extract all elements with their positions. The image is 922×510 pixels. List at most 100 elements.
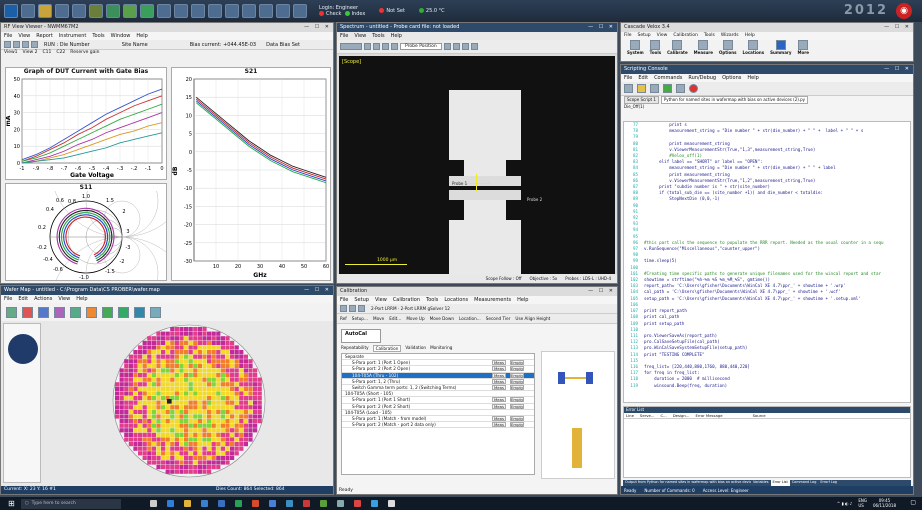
menu-report[interactable]: Report	[36, 33, 53, 39]
globe-icon[interactable]	[293, 4, 307, 18]
ruler-icon[interactable]	[461, 43, 469, 50]
step-icon[interactable]	[676, 84, 685, 93]
empty-button[interactable]: Empty	[510, 360, 524, 366]
empty-button[interactable]: Empty	[510, 366, 524, 372]
menu-file[interactable]: File	[340, 33, 348, 39]
save-icon[interactable]	[650, 84, 659, 93]
window-controls[interactable]: — ☐ ✕	[588, 288, 615, 294]
menu-locations[interactable]: Locations	[444, 297, 468, 303]
menu-file[interactable]: File	[624, 75, 632, 81]
open-icon[interactable]	[637, 84, 646, 93]
search-box[interactable]: ○ Type here to search	[20, 498, 121, 509]
start-icon[interactable]: ⊞	[8, 499, 15, 508]
tab-repeatability[interactable]: Repeatability	[341, 345, 369, 352]
target-icon[interactable]	[382, 43, 389, 50]
open-icon[interactable]	[349, 305, 356, 312]
refresh-icon[interactable]	[150, 306, 161, 318]
edit-icon[interactable]	[54, 306, 65, 318]
menu-window[interactable]: Window	[111, 33, 131, 39]
camera-icon[interactable]	[276, 4, 290, 18]
move-down-button[interactable]: Move Down	[430, 316, 454, 321]
app-calibration-icon[interactable]	[285, 500, 293, 507]
save-icon[interactable]	[13, 41, 20, 48]
measure-button[interactable]: Meas	[492, 415, 506, 421]
app-globe-icon[interactable]	[370, 500, 378, 507]
menu-edit[interactable]: Edit	[638, 75, 648, 81]
menu-view[interactable]: View	[375, 297, 387, 303]
grid-icon[interactable]	[55, 4, 69, 18]
menu-edit[interactable]: Edit	[18, 296, 28, 302]
menu-calibration[interactable]: Calibration	[393, 297, 420, 303]
zoom-out-icon[interactable]	[118, 306, 129, 318]
tab-validation[interactable]: Validation	[405, 345, 426, 352]
empty-button[interactable]: Empty	[510, 384, 524, 390]
ribbon-options[interactable]: Options	[719, 40, 737, 55]
menu-run-debug[interactable]: Run/Debug	[688, 75, 716, 81]
menu-view[interactable]: View	[58, 296, 70, 302]
app-settings-icon[interactable]	[387, 500, 395, 507]
tray-icons[interactable]: ^ ▮ ◐ ♪	[837, 501, 852, 506]
ribbon-calibrate[interactable]: Calibrate	[667, 40, 688, 55]
print-icon[interactable]	[22, 41, 29, 48]
wafer-thumbnail[interactable]	[8, 334, 38, 364]
ribbon-summary[interactable]: Summary	[770, 40, 792, 55]
select-icon[interactable]	[86, 306, 97, 318]
menu-wizards[interactable]: Wizards	[721, 33, 739, 39]
ribbon-measure[interactable]: Measure	[694, 40, 713, 55]
app-scripting-icon[interactable]	[319, 500, 327, 507]
menu-instrument[interactable]: Instrument	[59, 33, 87, 39]
cal-method[interactable]: 2-Port LRRM · 2-Port LRRM gSolver 12	[371, 306, 450, 311]
stop-icon[interactable]	[689, 84, 698, 93]
wafer-icon[interactable]	[174, 4, 188, 18]
home-icon[interactable]	[38, 306, 49, 318]
menu-view[interactable]: View	[657, 33, 668, 39]
menu-file[interactable]: File	[624, 33, 632, 39]
chart-icon[interactable]	[106, 4, 120, 18]
menu-tools[interactable]: Tools	[92, 33, 104, 39]
grid-icon[interactable]	[470, 43, 478, 50]
ref-button[interactable]: Ref	[340, 316, 347, 321]
move-button[interactable]: Move	[373, 316, 384, 321]
new-icon[interactable]	[340, 305, 347, 312]
notifications-icon[interactable]: ▢	[910, 499, 916, 506]
use-align-height-checkbox[interactable]: Use Align Height	[515, 316, 550, 321]
chip-icon[interactable]	[89, 4, 103, 18]
measure-button[interactable]: Meas	[492, 366, 506, 372]
menu-tools[interactable]: Tools	[704, 33, 715, 39]
location-button[interactable]: Location...	[459, 316, 481, 321]
wafer-map[interactable]	[45, 323, 333, 483]
run-icon[interactable]	[663, 84, 672, 93]
menu-help[interactable]: Help	[745, 33, 755, 39]
app-velox-icon[interactable]	[217, 500, 225, 507]
menu-actions[interactable]: Actions	[34, 296, 52, 302]
microscope-view[interactable]: [Scope] Probe 1 Probe 2 1000 μm	[339, 56, 615, 274]
move-up-button[interactable]: Move Up	[406, 316, 424, 321]
tree-icon[interactable]	[123, 4, 137, 18]
menu-setup[interactable]: Setup	[354, 297, 369, 303]
window-controls[interactable]: — ☐ ✕	[884, 24, 911, 30]
menu-help[interactable]: Help	[391, 33, 402, 39]
pointer-icon[interactable]	[364, 43, 371, 50]
menu-file[interactable]: File	[340, 297, 348, 303]
measure-icon[interactable]	[452, 43, 460, 50]
code-editor[interactable]: 77 print s 78 measurement_string = "Die n…	[623, 121, 911, 403]
app-logo-icon[interactable]	[4, 4, 18, 18]
grid-icon[interactable]	[70, 306, 81, 318]
ribbon-locations[interactable]: Locations	[743, 40, 764, 55]
tab-scope-script[interactable]: Scope Script 1	[624, 96, 659, 104]
zoom-in-icon[interactable]	[102, 306, 113, 318]
task-view-icon[interactable]	[149, 500, 157, 507]
explorer-icon[interactable]	[183, 500, 191, 507]
pattern-icon[interactable]	[208, 4, 222, 18]
profile-icon[interactable]	[21, 4, 35, 18]
code-line[interactable]: 119 winsound.Beep(freq, duration)	[624, 383, 910, 389]
open-icon[interactable]	[4, 41, 11, 48]
menu-tools[interactable]: Tools	[426, 297, 438, 303]
lock-icon[interactable]	[38, 4, 52, 18]
app-rfview-icon[interactable]	[302, 500, 310, 507]
help-icon[interactable]	[225, 4, 239, 18]
tab-calibration[interactable]: Calibration	[372, 345, 402, 352]
app-stop-icon[interactable]	[353, 500, 361, 507]
chip-green-icon[interactable]	[140, 4, 154, 18]
empty-button[interactable]: Empty	[510, 372, 524, 378]
